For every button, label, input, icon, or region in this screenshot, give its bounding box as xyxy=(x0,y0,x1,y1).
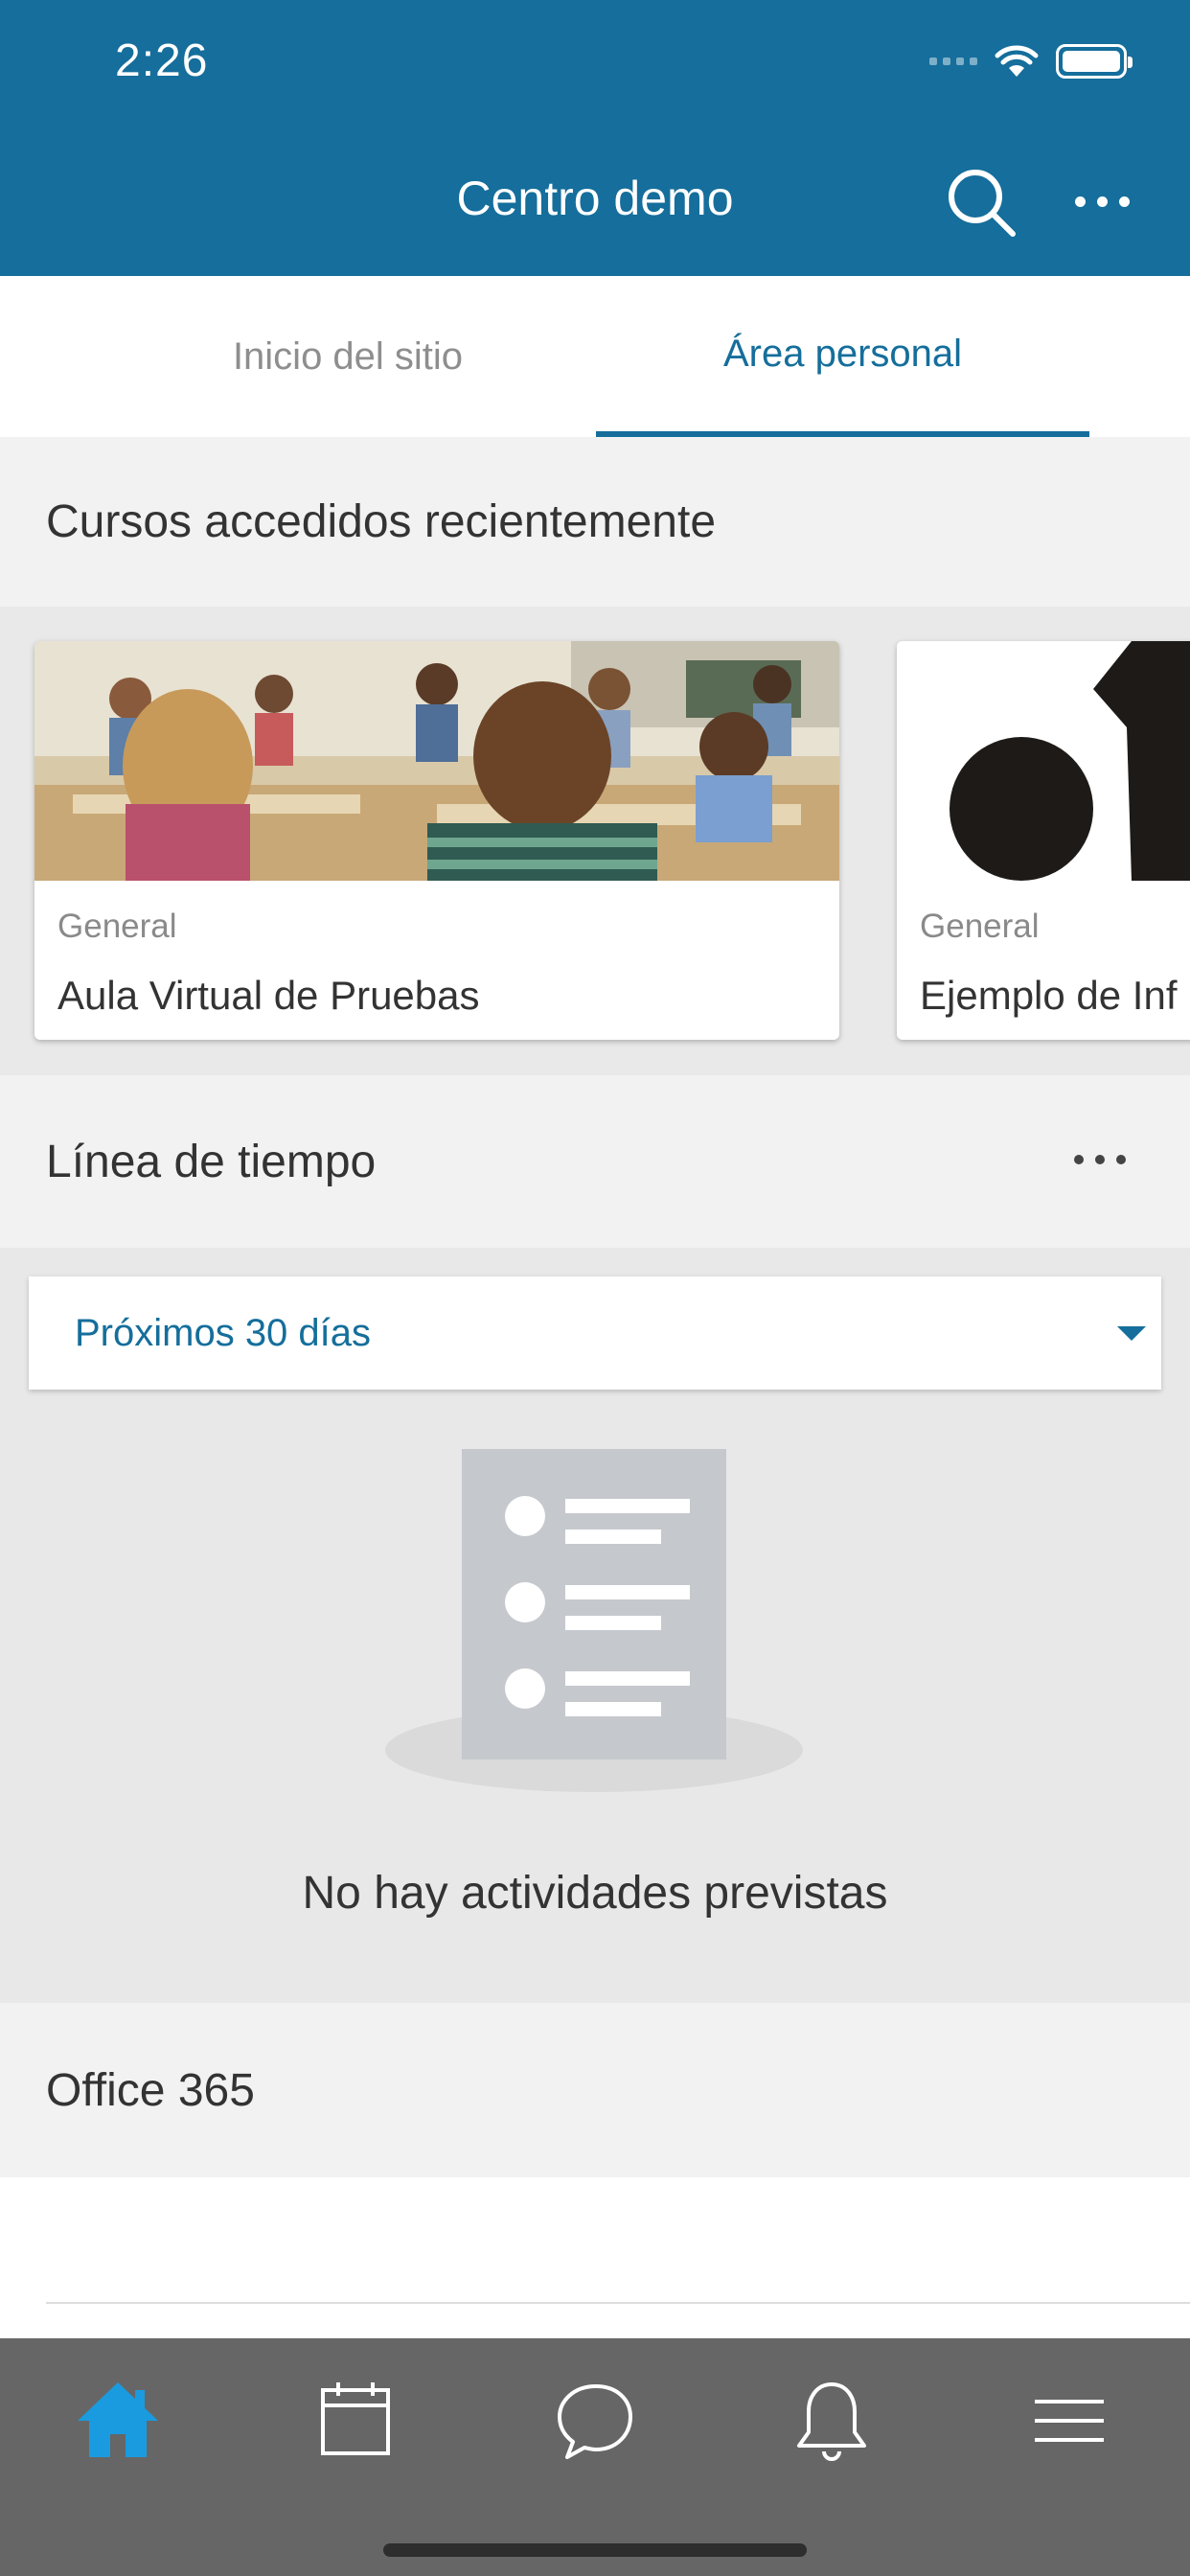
tab-bar-top: Inicio del sitio Área personal xyxy=(0,276,1190,437)
status-time: 2:26 xyxy=(115,35,209,86)
battery-icon xyxy=(1056,44,1133,79)
recent-courses-title: Cursos accedidos recientemente xyxy=(46,496,717,547)
menu-icon[interactable] xyxy=(1021,2373,1117,2469)
tab-site-home[interactable]: Inicio del sitio xyxy=(100,276,596,437)
more-options-button[interactable] xyxy=(1068,177,1135,225)
course-card[interactable]: General Aula Virtual de Pruebas xyxy=(34,641,839,1040)
home-indicator xyxy=(383,2543,807,2557)
search-icon[interactable] xyxy=(944,165,1020,242)
course-category: General xyxy=(57,908,177,945)
timeline-filter-select[interactable]: Próximos 30 días xyxy=(29,1276,1161,1390)
recent-courses-carousel[interactable]: General Aula Virtual de Pruebas General … xyxy=(0,607,1190,1075)
app-header: 2:26 Centro demo xyxy=(0,0,1190,276)
course-image-abstract xyxy=(897,641,1190,881)
messages-icon[interactable] xyxy=(546,2373,642,2469)
timeline-more-button[interactable] xyxy=(1062,1140,1138,1179)
course-image-classroom xyxy=(34,641,839,881)
course-category: General xyxy=(920,908,1040,945)
home-icon[interactable] xyxy=(70,2373,166,2469)
empty-state-text: No hay actividades previstas xyxy=(302,1868,888,1919)
calendar-icon[interactable] xyxy=(308,2373,403,2469)
divider xyxy=(46,2302,1190,2304)
office-header: Office 365 xyxy=(0,2003,1190,2177)
timeline-filter-value: Próximos 30 días xyxy=(75,1311,372,1354)
empty-list-icon xyxy=(385,1449,803,1792)
office-block-content xyxy=(0,2177,1190,2338)
office-title: Office 365 xyxy=(46,2064,255,2116)
chevron-down-icon xyxy=(1117,1326,1146,1341)
bottom-tab-bar xyxy=(0,2338,1190,2576)
notifications-icon[interactable] xyxy=(784,2373,880,2469)
course-name: Aula Virtual de Pruebas xyxy=(57,973,480,1018)
status-icons xyxy=(929,44,1133,79)
course-card[interactable]: General Ejemplo de Inf xyxy=(897,641,1190,1040)
timeline-content: Próximos 30 días No hay actividades prev… xyxy=(0,1248,1190,2003)
tab-dashboard[interactable]: Área personal xyxy=(596,276,1089,437)
wifi-icon xyxy=(995,45,1039,77)
timeline-header: Línea de tiempo xyxy=(0,1075,1190,1248)
cellular-signal-icon xyxy=(929,58,977,65)
timeline-title: Línea de tiempo xyxy=(46,1136,377,1187)
recent-courses-header: Cursos accedidos recientemente xyxy=(0,437,1190,607)
course-name: Ejemplo de Inf xyxy=(920,973,1178,1018)
